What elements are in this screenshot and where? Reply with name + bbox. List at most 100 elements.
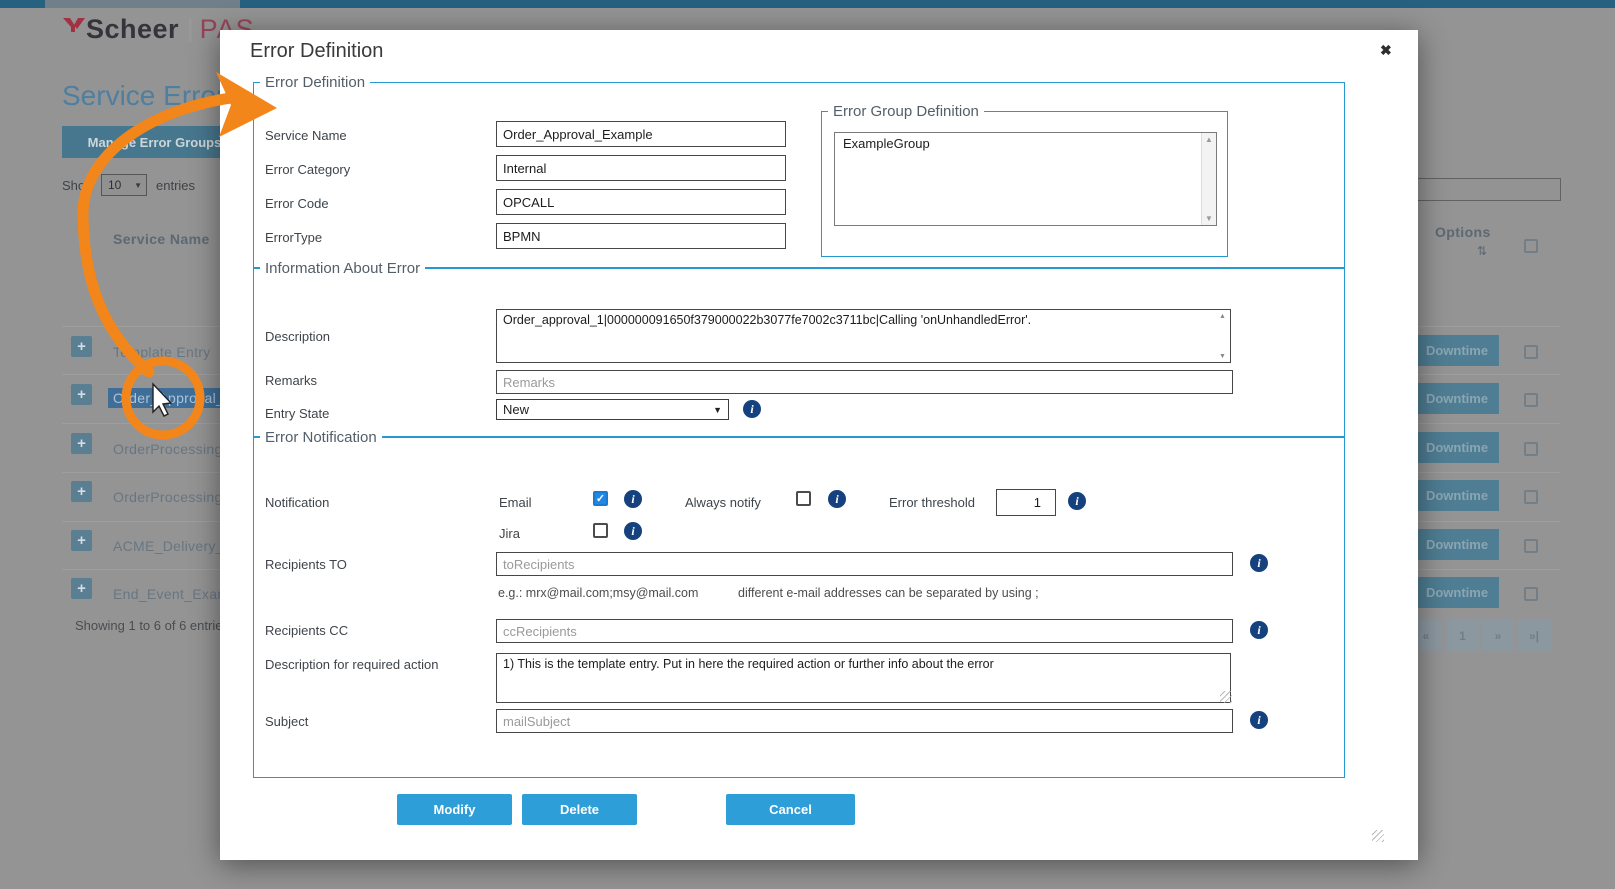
- error-threshold-field[interactable]: [996, 489, 1056, 516]
- info-icon[interactable]: i: [1068, 492, 1086, 510]
- info-icon[interactable]: i: [624, 522, 642, 540]
- downtime-button[interactable]: Downtime: [1415, 335, 1499, 366]
- remarks-label: Remarks: [265, 373, 317, 388]
- downtime-button[interactable]: Downtime: [1415, 480, 1499, 511]
- scroll-up-icon[interactable]: ▲: [1205, 135, 1213, 144]
- email-example-hint: e.g.: mrx@mail.com;msy@mail.com: [498, 586, 698, 600]
- chevron-down-icon: ▼: [134, 181, 142, 190]
- row-checkbox[interactable]: [1524, 442, 1538, 456]
- cancel-button[interactable]: Cancel: [726, 794, 855, 825]
- info-icon[interactable]: i: [743, 400, 761, 418]
- pagination-page-1-button[interactable]: 1: [1446, 620, 1479, 651]
- service-name-field[interactable]: [496, 121, 786, 147]
- downtime-button[interactable]: Downtime: [1415, 383, 1499, 414]
- textarea-resize-handle[interactable]: [1220, 691, 1232, 703]
- entry-state-label: Entry State: [265, 406, 329, 421]
- expand-row-button[interactable]: +: [71, 530, 92, 551]
- error-code-label: Error Code: [265, 196, 329, 211]
- scroll-down-icon[interactable]: ▼: [1205, 214, 1213, 223]
- jira-checkbox[interactable]: [593, 523, 608, 538]
- error-category-field[interactable]: [496, 155, 786, 181]
- top-navigation-bar: [0, 0, 1615, 8]
- jira-label: Jira: [499, 526, 520, 541]
- error-threshold-label: Error threshold: [889, 495, 975, 510]
- select-all-checkbox[interactable]: [1524, 239, 1538, 253]
- info-icon[interactable]: i: [1250, 554, 1268, 572]
- logo-divider: |: [187, 15, 194, 44]
- always-notify-label: Always notify: [685, 495, 761, 510]
- error-notification-legend: Error Notification: [260, 429, 382, 446]
- show-label: Show: [62, 178, 95, 193]
- modify-button[interactable]: Modify: [397, 794, 512, 825]
- close-icon[interactable]: ✖: [1380, 42, 1392, 59]
- required-action-label: Description for required action: [265, 657, 438, 672]
- description-textarea[interactable]: Order_approval_1|000000091650f379000022b…: [496, 309, 1231, 363]
- pagination-next-button[interactable]: »: [1482, 620, 1514, 651]
- column-header-options[interactable]: Options: [1435, 224, 1491, 240]
- subject-field[interactable]: [496, 709, 1233, 733]
- expand-row-button[interactable]: +: [71, 336, 92, 357]
- downtime-button[interactable]: Downtime: [1415, 529, 1499, 560]
- expand-row-button[interactable]: +: [71, 578, 92, 599]
- row-checkbox[interactable]: [1524, 490, 1538, 504]
- chevron-down-icon: ▼: [713, 405, 722, 415]
- table-row-service-name[interactable]: Template Entry: [113, 344, 211, 360]
- modal-resize-handle[interactable]: [1372, 830, 1384, 842]
- entry-state-select[interactable]: New ▼: [496, 399, 729, 420]
- expand-row-button[interactable]: +: [71, 481, 92, 502]
- error-group-item[interactable]: ExampleGroup: [835, 133, 1216, 154]
- scroll-down-icon[interactable]: ▼: [1219, 353, 1226, 360]
- info-icon[interactable]: i: [828, 490, 846, 508]
- row-checkbox[interactable]: [1524, 393, 1538, 407]
- page-size-value: 10: [108, 178, 121, 192]
- error-notification-section: Error Notification Notification Email ✓ …: [253, 437, 1345, 778]
- info-icon[interactable]: i: [1250, 711, 1268, 729]
- error-definition-modal: Error Definition ✖ Error Definition Serv…: [220, 30, 1418, 860]
- error-definition-section: Error Definition Service Name Error Cate…: [253, 82, 1345, 268]
- row-checkbox[interactable]: [1524, 539, 1538, 553]
- row-checkbox[interactable]: [1524, 345, 1538, 359]
- service-name-label: Service Name: [265, 128, 347, 143]
- table-row-service-name[interactable]: OrderProcessing: [113, 441, 223, 457]
- column-header-service-name[interactable]: Service Name: [113, 231, 210, 247]
- recipients-cc-label: Recipients CC: [265, 623, 348, 638]
- error-category-label: Error Category: [265, 162, 350, 177]
- recipients-cc-field[interactable]: [496, 619, 1233, 643]
- email-label: Email: [499, 495, 532, 510]
- error-type-field[interactable]: [496, 223, 786, 249]
- subject-label: Subject: [265, 714, 308, 729]
- error-group-definition-section: Error Group Definition ExampleGroup ▲ ▼: [821, 111, 1228, 257]
- table-row-service-name[interactable]: OrderProcessing: [113, 489, 223, 505]
- email-checkbox[interactable]: ✓: [593, 491, 608, 506]
- modal-title: Error Definition: [250, 40, 383, 63]
- error-group-definition-legend: Error Group Definition: [828, 103, 984, 120]
- recipients-to-label: Recipients TO: [265, 557, 347, 572]
- recipients-to-field[interactable]: [496, 552, 1233, 576]
- table-summary: Showing 1 to 6 of 6 entries: [75, 618, 229, 633]
- row-checkbox[interactable]: [1524, 587, 1538, 601]
- information-about-error-section: Information About Error Description Orde…: [253, 268, 1345, 437]
- email-separator-hint: different e-mail addresses can be separa…: [738, 586, 1039, 600]
- expand-row-button[interactable]: +: [71, 384, 92, 405]
- expand-row-button[interactable]: +: [71, 433, 92, 454]
- error-code-field[interactable]: [496, 189, 786, 215]
- information-about-error-legend: Information About Error: [260, 260, 425, 277]
- info-icon[interactable]: i: [1250, 621, 1268, 639]
- remarks-field[interactable]: [496, 370, 1233, 394]
- downtime-button[interactable]: Downtime: [1415, 432, 1499, 463]
- page-size-select[interactable]: 10 ▼: [101, 174, 147, 196]
- downtime-button[interactable]: Downtime: [1415, 577, 1499, 608]
- logo-brand-text: Scheer: [86, 14, 179, 45]
- required-action-textarea[interactable]: 1) This is the template entry. Put in he…: [496, 653, 1231, 703]
- delete-button[interactable]: Delete: [522, 794, 637, 825]
- error-group-listbox[interactable]: ExampleGroup ▲ ▼: [834, 132, 1217, 226]
- error-type-label: ErrorType: [265, 230, 322, 245]
- listbox-scrollbar[interactable]: ▲ ▼: [1201, 133, 1216, 225]
- info-icon[interactable]: i: [624, 490, 642, 508]
- pagination-last-button[interactable]: »|: [1517, 620, 1551, 651]
- sort-icon[interactable]: ⇅: [1477, 244, 1487, 258]
- scroll-up-icon[interactable]: ▲: [1219, 313, 1226, 320]
- entries-label: entries: [156, 178, 195, 193]
- error-definition-legend: Error Definition: [260, 74, 370, 91]
- always-notify-checkbox[interactable]: [796, 491, 811, 506]
